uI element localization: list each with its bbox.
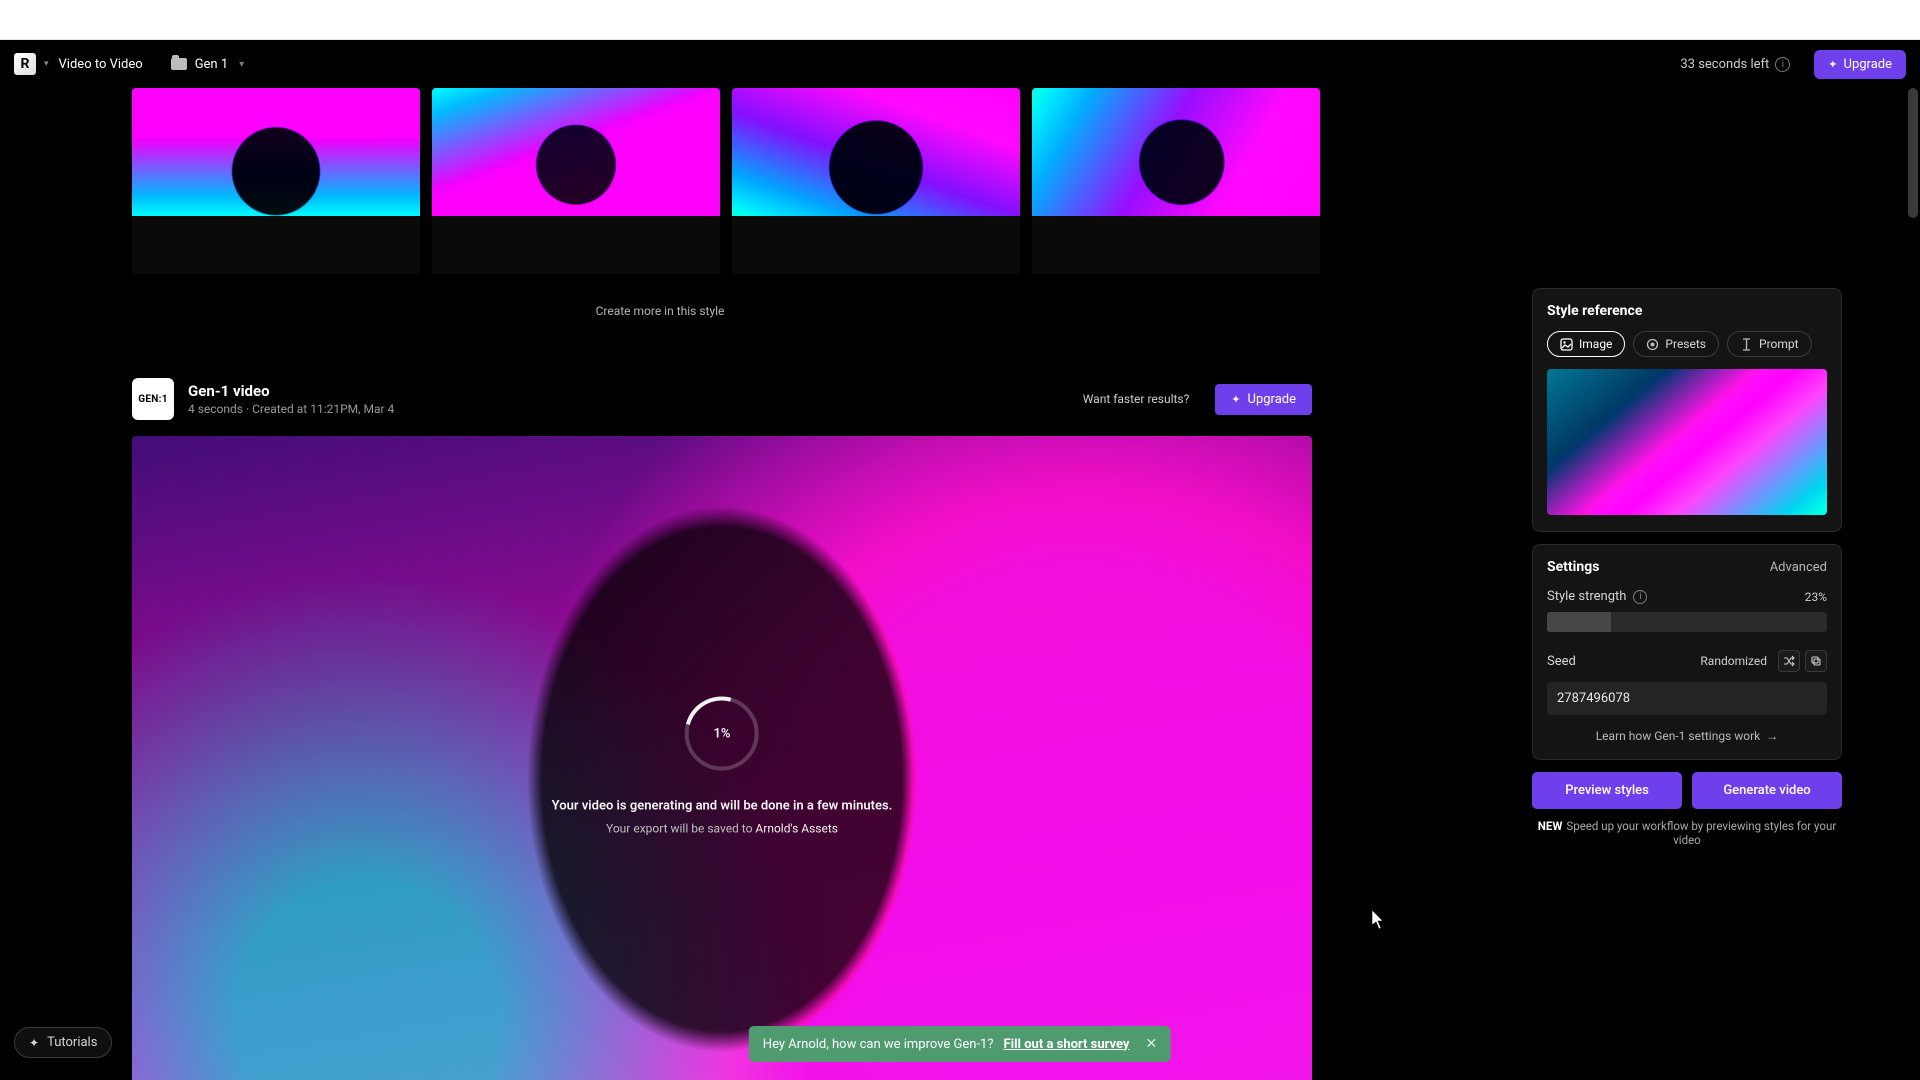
seed-input[interactable] <box>1547 682 1827 715</box>
export-target-link[interactable]: Arnold's Assets <box>755 822 838 836</box>
upgrade-inline-label: Upgrade <box>1248 392 1296 407</box>
main-area: Create more in this style GEN:1 Gen-1 vi… <box>0 88 1920 1080</box>
sparkle-icon: ✦ <box>1231 393 1240 406</box>
upgrade-inline-button[interactable]: ✦ Upgrade <box>1215 384 1312 415</box>
meta-sep: · <box>243 402 252 416</box>
progress-ring: 1% <box>685 697 759 771</box>
preview-tip: NEWSpeed up your workflow by previewing … <box>1532 819 1842 847</box>
thumbnail-1[interactable] <box>132 88 420 274</box>
video-section: GEN:1 Gen-1 video 4 seconds · Created at… <box>132 378 1312 1080</box>
thumbnail-2[interactable] <box>432 88 720 274</box>
thumbnail-4[interactable] <box>1032 88 1320 274</box>
reference-image[interactable] <box>1547 369 1827 515</box>
export-message: Your export will be saved to Arnold's As… <box>552 822 893 836</box>
arrow-right-icon: → <box>1766 729 1778 743</box>
preview-tip-text: Speed up your workflow by previewing sty… <box>1566 819 1836 847</box>
generate-video-button[interactable]: Generate video <box>1692 772 1842 809</box>
project-switcher[interactable]: Gen 1 ▾ <box>171 57 245 72</box>
advanced-link[interactable]: Advanced <box>1770 560 1827 575</box>
survey-toast: Hey Arnold, how can we improve Gen-1? Fi… <box>749 1026 1171 1062</box>
chip-prompt-label: Prompt <box>1759 337 1799 351</box>
copy-icon <box>1810 655 1822 667</box>
seed-label: Seed <box>1547 654 1576 669</box>
new-badge: NEW <box>1538 819 1563 833</box>
style-reference-title: Style reference <box>1547 303 1827 319</box>
style-strength-slider[interactable] <box>1547 612 1827 632</box>
presets-icon <box>1646 338 1659 351</box>
chip-presets-label: Presets <box>1665 337 1706 351</box>
prompt-icon <box>1740 338 1753 351</box>
project-name: Gen 1 <box>195 57 228 72</box>
chevron-down-icon[interactable]: ▾ <box>44 59 49 69</box>
right-panel: Style reference Image Presets <box>1532 288 1842 847</box>
upgrade-button[interactable]: ✦ Upgrade <box>1814 50 1906 79</box>
chevron-down-icon: ▾ <box>239 59 244 70</box>
video-titles: Gen-1 video 4 seconds · Created at 11:21… <box>188 382 394 416</box>
image-icon <box>1560 338 1573 351</box>
folder-icon <box>171 58 187 70</box>
app-topbar: R ▾ Video to Video Gen 1 ▾ 33 seconds le… <box>0 40 1920 88</box>
progress-percent: 1% <box>689 701 755 767</box>
thumbnail-3[interactable] <box>732 88 1020 274</box>
toast-message: Hey Arnold, how can we improve Gen-1? <box>763 1037 994 1052</box>
gen1-badge: GEN:1 <box>132 378 174 420</box>
chip-image-label: Image <box>1579 337 1612 351</box>
learn-settings-text: Learn how Gen-1 settings work <box>1596 729 1761 743</box>
shuffle-seed-button[interactable] <box>1778 650 1800 672</box>
video-overlay: 1% Your video is generating and will be … <box>552 697 893 836</box>
video-meta: 4 seconds · Created at 11:21PM, Mar 4 <box>188 402 394 416</box>
chip-presets[interactable]: Presets <box>1633 331 1719 357</box>
style-reference-card: Style reference Image Presets <box>1532 288 1842 532</box>
shuffle-icon <box>1783 655 1795 667</box>
app-root: R ▾ Video to Video Gen 1 ▾ 33 seconds le… <box>0 40 1920 1080</box>
style-thumbnails <box>0 88 1920 274</box>
sparkle-icon: ✦ <box>29 1036 39 1050</box>
preview-styles-button[interactable]: Preview styles <box>1532 772 1682 809</box>
seed-status: Randomized <box>1700 654 1767 668</box>
seconds-left-text: 33 seconds left <box>1680 57 1769 72</box>
video-duration: 4 seconds <box>188 402 243 416</box>
style-strength-fill <box>1547 612 1611 632</box>
tutorials-button[interactable]: ✦ Tutorials <box>14 1027 112 1058</box>
info-icon[interactable]: i <box>1775 57 1790 72</box>
upgrade-label: Upgrade <box>1844 57 1892 72</box>
generating-message: Your video is generating and will be don… <box>552 799 893 814</box>
video-created: Created at 11:21PM, Mar 4 <box>252 402 394 416</box>
faster-results-text: Want faster results? <box>1083 392 1190 406</box>
action-buttons: Preview styles Generate video <box>1532 772 1842 809</box>
video-preview: 1% Your video is generating and will be … <box>132 436 1312 1080</box>
style-reference-chips: Image Presets Prompt <box>1547 331 1827 357</box>
tool-name: Video to Video <box>59 57 143 72</box>
chip-image[interactable]: Image <box>1547 331 1625 357</box>
video-header: GEN:1 Gen-1 video 4 seconds · Created at… <box>132 378 1312 420</box>
chip-prompt[interactable]: Prompt <box>1727 331 1812 357</box>
tutorials-label: Tutorials <box>47 1035 97 1050</box>
sparkle-icon: ✦ <box>1828 58 1837 71</box>
export-prefix: Your export will be saved to <box>606 822 755 836</box>
video-title: Gen-1 video <box>188 382 394 400</box>
info-icon[interactable]: i <box>1633 590 1647 604</box>
browser-chrome-strip <box>0 0 1920 40</box>
close-icon[interactable]: ✕ <box>1145 1036 1157 1052</box>
learn-settings-link[interactable]: Learn how Gen-1 settings work → <box>1547 729 1827 743</box>
seconds-left-indicator: 33 seconds left i <box>1680 57 1790 72</box>
settings-card: Settings Advanced Style strength i 23% S… <box>1532 544 1842 760</box>
style-strength-value: 23% <box>1805 590 1827 604</box>
app-logo[interactable]: R <box>14 53 36 75</box>
settings-title: Settings <box>1547 559 1599 575</box>
copy-seed-button[interactable] <box>1805 650 1827 672</box>
style-strength-label: Style strength <box>1547 589 1626 604</box>
toast-link[interactable]: Fill out a short survey <box>1004 1037 1130 1052</box>
scrollbar[interactable] <box>1908 88 1918 218</box>
